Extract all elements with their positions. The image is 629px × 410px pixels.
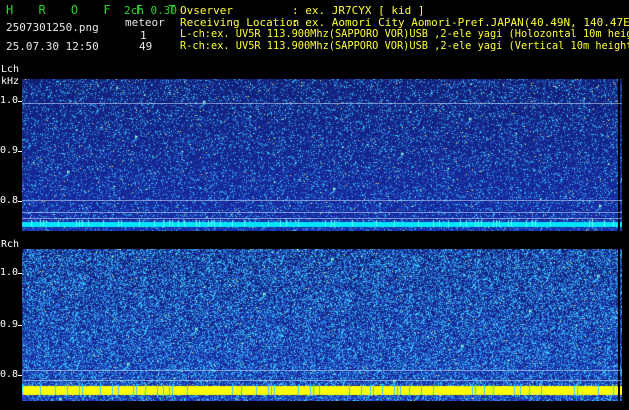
rch-freq-tick: 0.8 [0, 369, 19, 380]
freq-tick-mark [18, 375, 22, 376]
rch-label: Rch [1, 239, 20, 250]
time-cursor [618, 249, 620, 401]
rch-spectrogram-canvas [22, 249, 622, 401]
lch-freq-tick: 0.9 [0, 145, 19, 156]
freq-tick-mark [18, 325, 22, 326]
rch-spectrogram [22, 249, 622, 401]
location-value: : ex. Aomori City Aomori-Pref.JAPAN(40.4… [292, 16, 629, 29]
observer-value: : ex. JR7CYX [ kid ] [292, 4, 425, 17]
lch-unit-label: kHz [1, 76, 20, 87]
rch-freq-tick: 1.0 [0, 267, 19, 278]
rch-description: R-ch:ex. UV5R 113.900Mhz(SAPPORO VOR)USB… [180, 40, 629, 52]
lch-spectrogram-canvas [22, 79, 622, 231]
freq-tick-mark [18, 273, 22, 274]
lch-freq-tick: 1.0 [0, 95, 19, 106]
freq-gridline [22, 103, 622, 104]
time-cursor [618, 79, 620, 231]
lch-spectrogram [22, 79, 622, 231]
freq-tick-mark [18, 151, 22, 152]
app-version: 2ch 0.30 [124, 4, 177, 17]
freq-tick-mark [18, 101, 22, 102]
lch-description: L-ch:ex. UV5R 113.900Mhz(SAPPORO VOR)USB… [180, 28, 629, 40]
freq-gridline [22, 218, 622, 219]
lch-label: Lch [1, 64, 20, 75]
freq-gridline [22, 370, 622, 371]
observer-key: Ovserver [180, 4, 233, 17]
freq-gridline [22, 200, 622, 201]
location-key: Receiving Location [180, 16, 300, 29]
date-time: 25.07.30 12:50 [6, 40, 99, 53]
freq-tick-mark [18, 201, 22, 202]
hroft-window: H R O F F T 2ch 0.30 2507301250.png mete… [0, 0, 629, 410]
freq-gridline [22, 212, 622, 213]
file-name: 2507301250.png [6, 21, 99, 34]
meteor-count-r: 49 [139, 40, 153, 53]
lch-freq-tick: 0.8 [0, 195, 19, 206]
freq-gridline [22, 380, 622, 381]
rch-freq-tick: 0.9 [0, 319, 19, 330]
meteor-label: meteor [125, 16, 165, 29]
